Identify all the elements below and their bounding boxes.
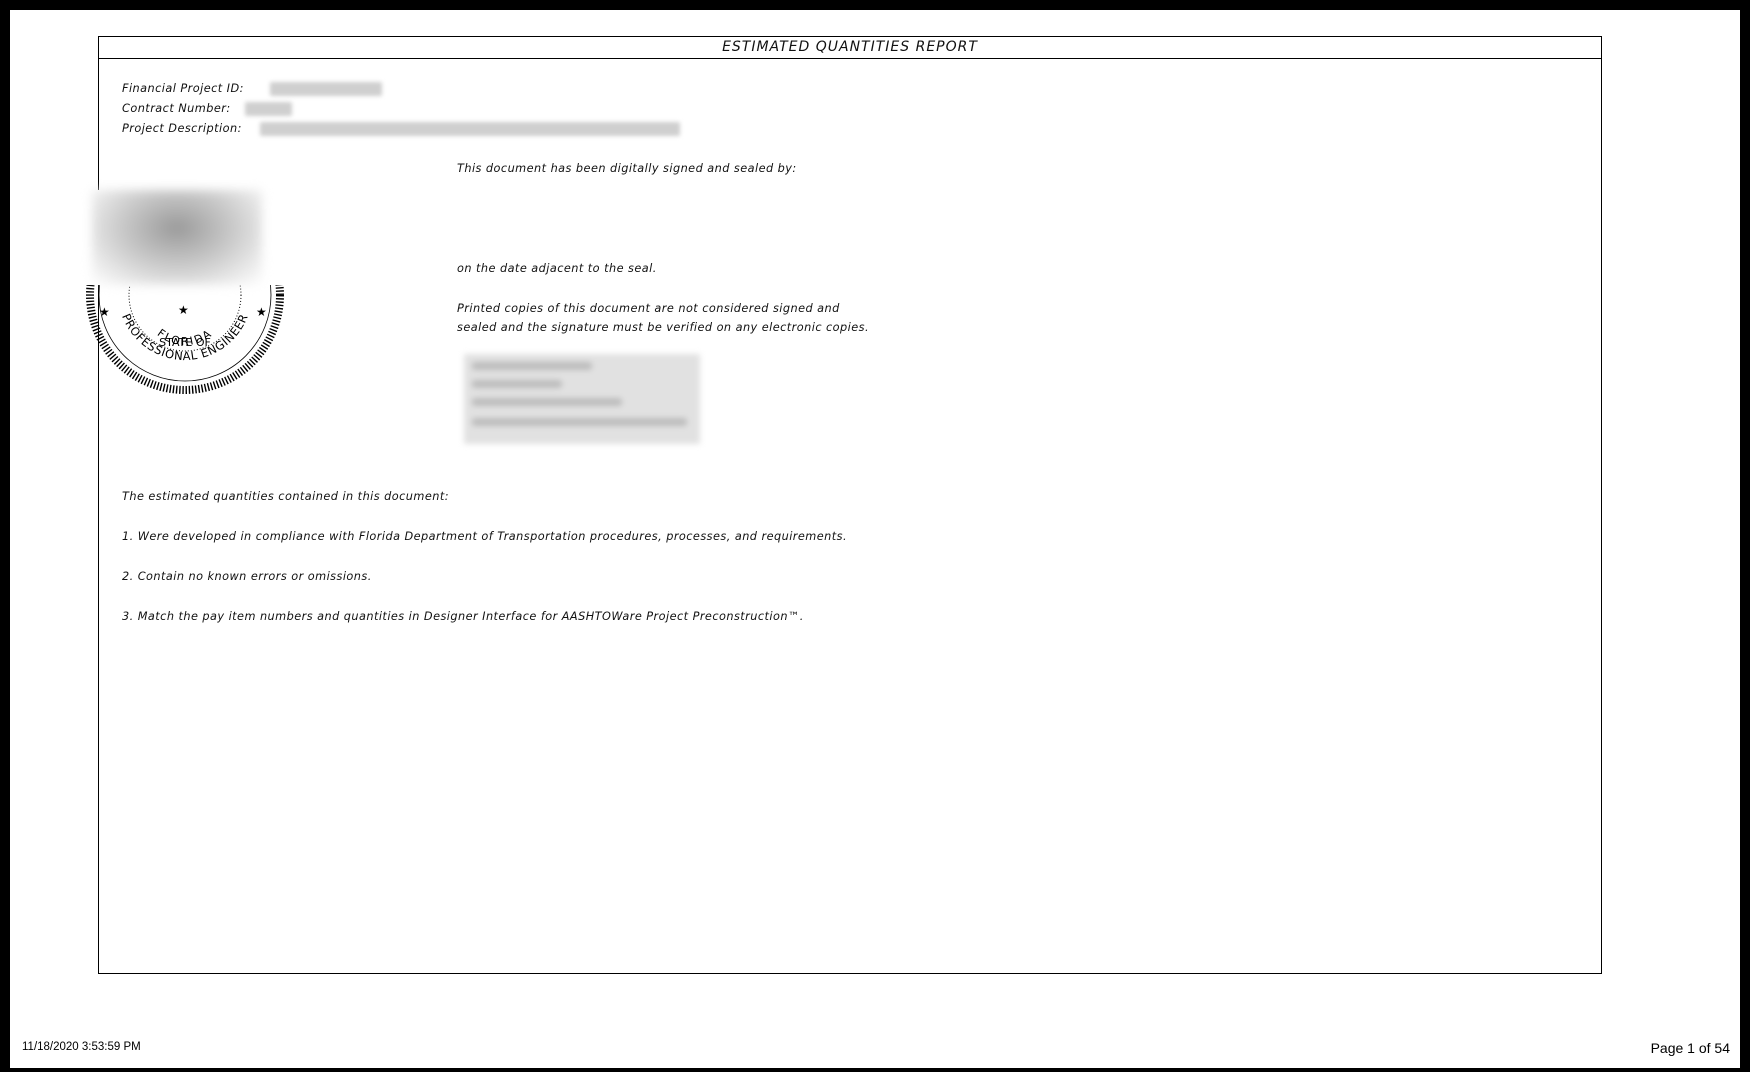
star-icon: ★ <box>178 303 189 317</box>
redacted-signature-block <box>464 354 700 444</box>
redacted-project-description <box>260 122 680 136</box>
printed-copies-line-1: Printed copies of this document are not … <box>457 302 840 315</box>
report-title: ESTIMATED QUANTITIES REPORT <box>99 37 1601 59</box>
footer-page-number: Page 1 of 54 <box>1650 1040 1730 1056</box>
statement-3: 3. Match the pay item numbers and quanti… <box>122 610 804 623</box>
statement-1: 1. Were developed in compliance with Flo… <box>122 530 847 543</box>
document-page: ESTIMATED QUANTITIES REPORT Financial Pr… <box>10 10 1740 1068</box>
redacted-financial-project-id <box>270 82 382 96</box>
professional-engineer-seal: ★ ★ ★ STATE OF FLORIDA PROFESSIONAL ENGI… <box>80 190 290 400</box>
redacted-contract-number <box>245 102 292 116</box>
redacted-seal-name <box>92 190 262 285</box>
date-adjacent-text: on the date adjacent to the seal. <box>457 262 657 275</box>
financial-project-id-label: Financial Project ID: <box>122 82 244 95</box>
signed-by-text: This document has been digitally signed … <box>457 162 797 175</box>
report-frame: ESTIMATED QUANTITIES REPORT <box>98 36 1602 974</box>
star-icon: ★ <box>256 305 267 319</box>
intro-text: The estimated quantities contained in th… <box>122 490 449 503</box>
printed-copies-line-2: sealed and the signature must be verifie… <box>457 321 870 334</box>
star-icon: ★ <box>99 305 110 319</box>
statement-2: 2. Contain no known errors or omissions. <box>122 570 372 583</box>
project-description-label: Project Description: <box>122 122 242 135</box>
contract-number-label: Contract Number: <box>122 102 231 115</box>
footer-timestamp: 11/18/2020 3:53:59 PM <box>22 1041 141 1053</box>
